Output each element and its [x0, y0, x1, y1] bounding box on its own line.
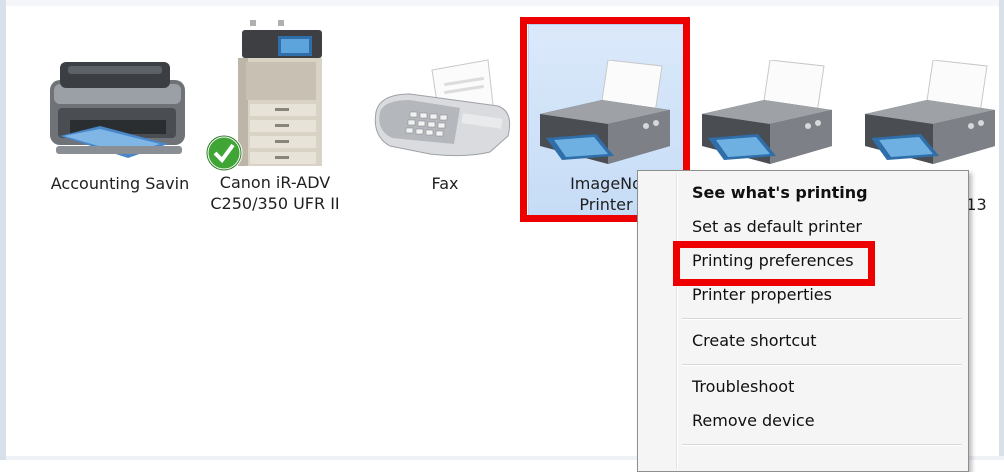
highlight-box-printing-preferences [673, 241, 875, 286]
check-icon [205, 134, 243, 172]
fax-icon [374, 59, 511, 157]
device-canon-ir-adv[interactable]: Canon iR-ADV C250/350 UFR II [205, 20, 345, 220]
device-fax[interactable]: Fax [370, 40, 520, 210]
menu-item-set-default-printer[interactable]: Set as default printer [692, 216, 862, 238]
menu-separator-highlight [682, 365, 962, 366]
menu-item-see-whats-printing[interactable]: See what's printing [692, 182, 868, 204]
device-label: Canon iR-ADV [219, 173, 331, 192]
multifunction-printer-icon [50, 62, 185, 158]
menu-item-troubleshoot[interactable]: Troubleshoot [692, 376, 794, 398]
devices-pane: Accounting Savin Canon iR-ADV C250/350 U… [0, 0, 1004, 472]
device-label: Fax [431, 174, 459, 193]
top-border [6, 0, 1004, 6]
printer-icon [865, 60, 995, 164]
menu-item-create-shortcut[interactable]: Create shortcut [692, 330, 817, 352]
printer-icon [702, 60, 832, 164]
device-label-line2: C250/350 UFR II [210, 194, 340, 213]
menu-separator-highlight [682, 445, 962, 446]
menu-separator-highlight [682, 319, 962, 320]
menu-gutter-highlight [677, 173, 678, 469]
left-border [0, 0, 6, 460]
menu-item-printer-properties[interactable]: Printer properties [692, 284, 832, 306]
menu-item-remove-device[interactable]: Remove device [692, 410, 815, 432]
device-label: Accounting Savin [50, 174, 190, 193]
context-menu: See what's printing Set as default print… [637, 170, 969, 472]
device-accounting-savin[interactable]: Accounting Savin [30, 40, 210, 210]
